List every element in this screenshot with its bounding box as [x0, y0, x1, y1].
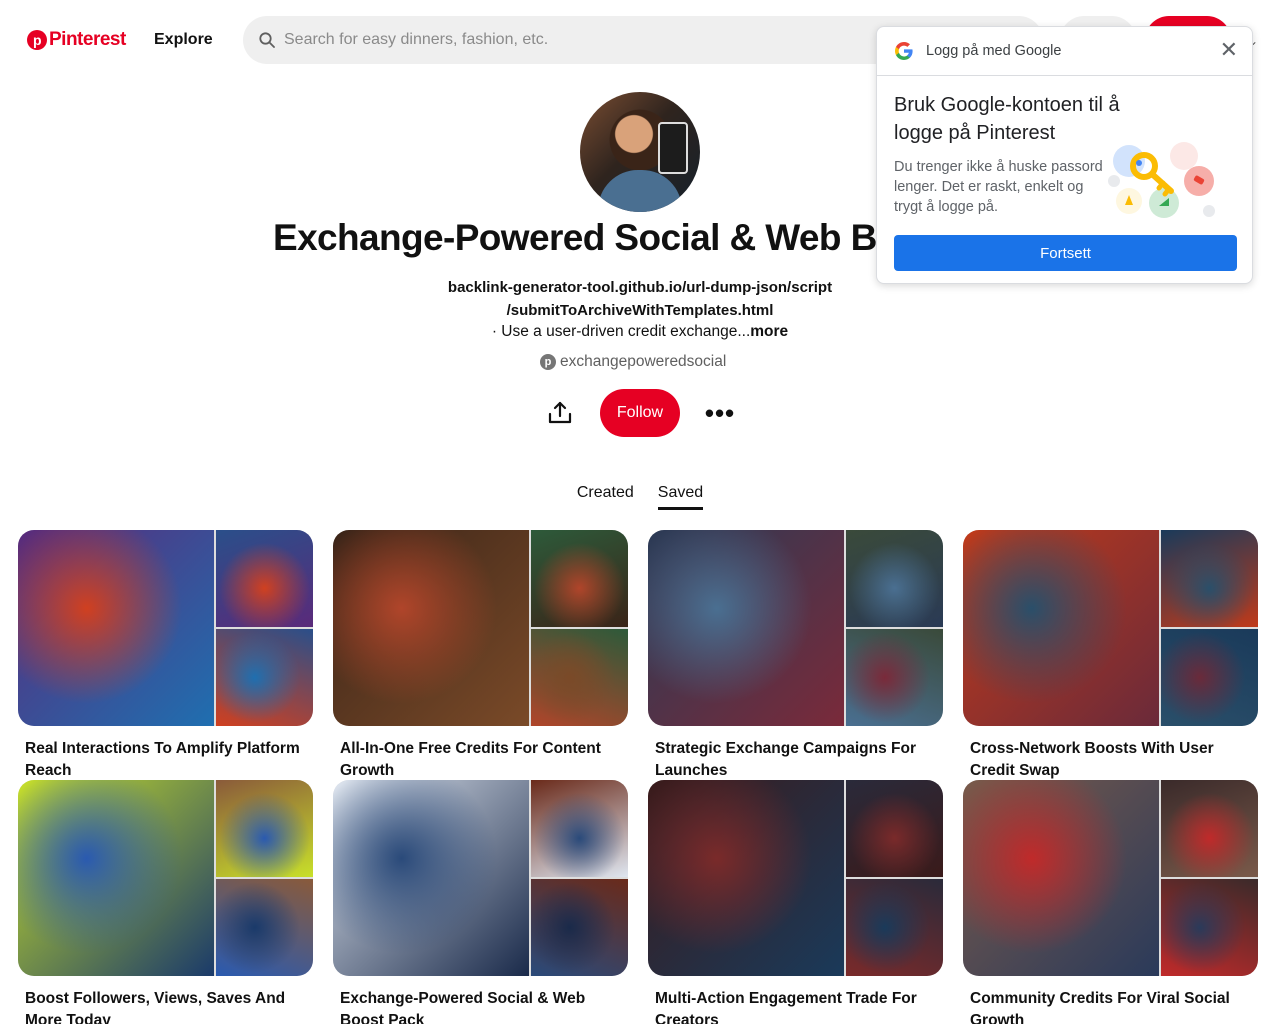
pinterest-small-icon: p: [540, 354, 556, 370]
board-cover-top-image: [216, 530, 313, 627]
logo-text: Pinterest: [49, 29, 126, 50]
board-cover-bottom-image: [846, 629, 943, 726]
board-tabs: Created Saved: [0, 484, 1280, 510]
bio-text: · Use a user-driven credit exchange...mo…: [380, 321, 900, 343]
board-card[interactable]: Community Credits For Viral Social Growt…: [963, 780, 1258, 1024]
board-card[interactable]: Real Interactions To Amplify Platform Re…: [18, 530, 313, 782]
google-prompt-header: Logg på med Google: [877, 27, 1252, 76]
board-cover[interactable]: [648, 780, 943, 976]
search-input[interactable]: [284, 31, 844, 49]
board-cover-main-image: [648, 530, 844, 726]
board-cover[interactable]: [648, 530, 943, 726]
board-title[interactable]: Community Credits For Viral Social Growt…: [963, 988, 1258, 1024]
board-cover-main-image: [18, 530, 214, 726]
more-options-icon[interactable]: •••: [700, 393, 740, 433]
board-cover[interactable]: [18, 530, 313, 726]
google-continue-button[interactable]: Fortsett: [894, 235, 1237, 271]
close-icon[interactable]: ✕: [1220, 39, 1238, 61]
board-title[interactable]: Exchange-Powered Social & Web Boost Pack: [333, 988, 628, 1024]
key-illustration-icon: [1108, 142, 1215, 218]
board-cover-bottom-image: [216, 879, 313, 976]
board-card[interactable]: Cross-Network Boosts With User Credit Sw…: [963, 530, 1258, 782]
board-title[interactable]: Real Interactions To Amplify Platform Re…: [18, 738, 313, 782]
handle-text: exchangepoweredsocial: [560, 353, 727, 370]
board-cover-top-image: [1161, 780, 1258, 877]
google-g-icon: [895, 42, 913, 60]
board-cover-main-image: [963, 530, 1159, 726]
board-cover[interactable]: [18, 780, 313, 976]
avatar-shirt-shape: [598, 170, 682, 212]
board-cover-top-image: [1161, 530, 1258, 627]
profile-name: Exchange-Powered Social & Web Boost: [273, 217, 893, 258]
board-cover-bottom-image: [1161, 629, 1258, 726]
board-card[interactable]: Exchange-Powered Social & Web Boost Pack: [333, 780, 628, 1024]
board-cover[interactable]: [333, 530, 628, 726]
avatar-phone-shape: [658, 122, 688, 174]
board-cover-main-image: [18, 780, 214, 976]
bio-link[interactable]: backlink-generator-tool.github.io/url-du…: [380, 276, 900, 322]
board-cover-main-image: [963, 780, 1159, 976]
google-prompt-description: Du trenger ikke å huske passord lenger. …: [894, 159, 1103, 215]
board-cover[interactable]: [963, 530, 1258, 726]
board-cover-bottom-image: [216, 629, 313, 726]
bio-more-link[interactable]: more: [750, 323, 788, 340]
board-card[interactable]: Strategic Exchange Campaigns For Launche…: [648, 530, 943, 782]
board-cover-main-image: [648, 780, 844, 976]
profile-avatar: [580, 92, 700, 212]
board-cover-main-image: [333, 530, 529, 726]
board-cover-bottom-image: [531, 629, 628, 726]
tab-created[interactable]: Created: [577, 484, 634, 510]
explore-link[interactable]: Explore: [154, 31, 213, 49]
board-cover-main-image: [333, 780, 529, 976]
board-cover[interactable]: [333, 780, 628, 976]
follow-button[interactable]: Follow: [600, 389, 680, 437]
share-icon: [548, 401, 572, 424]
tab-saved[interactable]: Saved: [657, 484, 704, 510]
bio-text-body: · Use a user-driven credit exchange...: [491, 323, 751, 340]
board-card[interactable]: Multi-Action Engagement Trade For Creato…: [648, 780, 943, 1024]
bio-link-line-1[interactable]: backlink-generator-tool.github.io/url-du…: [380, 276, 900, 299]
board-cover-bottom-image: [531, 879, 628, 976]
board-card[interactable]: All-In-One Free Credits For Content Grow…: [333, 530, 628, 782]
board-card[interactable]: Boost Followers, Views, Saves And More T…: [18, 780, 313, 1024]
profile-handle: p exchangepoweredsocial: [540, 353, 726, 371]
board-cover-top-image: [531, 530, 628, 627]
board-title[interactable]: Strategic Exchange Campaigns For Launche…: [648, 738, 943, 782]
google-signin-prompt: Logg på med Google ✕ Bruk Google-kontoen…: [876, 26, 1253, 284]
board-title[interactable]: Boost Followers, Views, Saves And More T…: [18, 988, 313, 1024]
share-button[interactable]: [540, 393, 580, 433]
board-cover-top-image: [216, 780, 313, 877]
board-cover-bottom-image: [846, 879, 943, 976]
board-title[interactable]: Multi-Action Engagement Trade For Creato…: [648, 988, 943, 1024]
pinterest-logo[interactable]: p Pinterest: [27, 29, 126, 51]
board-cover[interactable]: [963, 780, 1258, 976]
board-cover-top-image: [846, 530, 943, 627]
search-icon: [259, 32, 275, 48]
bio-link-line-2[interactable]: /submitToArchiveWithTemplates.html: [380, 299, 900, 322]
board-cover-top-image: [531, 780, 628, 877]
google-prompt-header-text: Logg på med Google: [926, 43, 1062, 59]
board-title[interactable]: Cross-Network Boosts With User Credit Sw…: [963, 738, 1258, 782]
board-title[interactable]: All-In-One Free Credits For Content Grow…: [333, 738, 628, 782]
pinterest-logo-icon: p: [27, 30, 47, 50]
board-cover-top-image: [846, 780, 943, 877]
board-cover-bottom-image: [1161, 879, 1258, 976]
